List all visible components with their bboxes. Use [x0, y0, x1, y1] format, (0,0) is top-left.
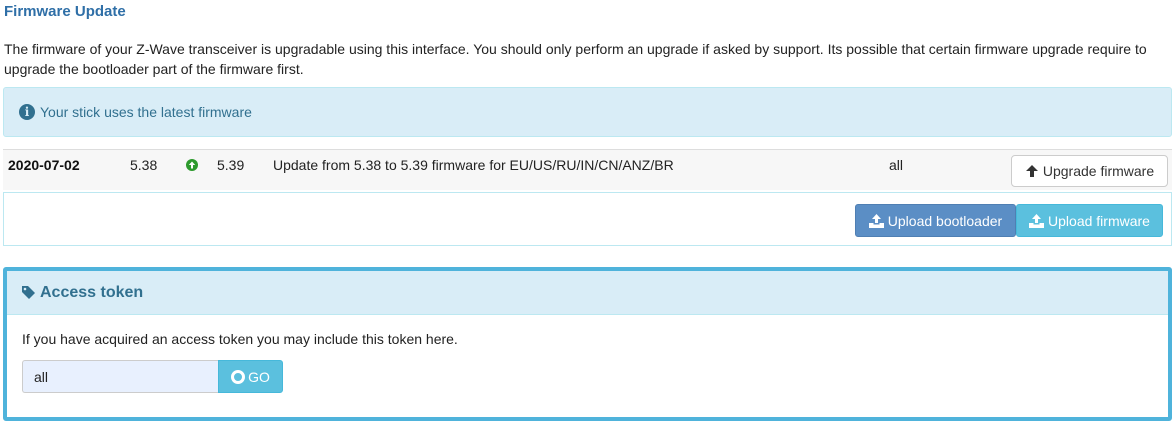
- info-icon: i: [19, 104, 35, 120]
- page-title: Firmware Update: [4, 3, 126, 20]
- upgrade-firmware-label: Upgrade firmware: [1042, 163, 1155, 179]
- firmware-status-text: Your stick uses the latest firmware: [40, 104, 252, 120]
- firmware-status-alert: i Your stick uses the latest firmware: [3, 87, 1172, 137]
- table-row: 2020-07-02 5.38 5.39 Update from 5.38 to…: [3, 149, 1172, 190]
- access-token-input-group: GO: [22, 360, 1153, 393]
- tag-icon: [22, 286, 35, 299]
- access-token-input[interactable]: [22, 360, 218, 393]
- intro-text: The firmware of your Z-Wave transceiver …: [4, 41, 1147, 77]
- upload-firmware-label: Upload firmware: [1048, 212, 1150, 229]
- circle-icon: [231, 369, 246, 384]
- firmware-date: 2020-07-02: [8, 157, 80, 173]
- arrow-up-icon: [1025, 165, 1038, 177]
- firmware-to-version: 5.39: [217, 157, 245, 173]
- upload-panel: Upload bootloader Upload firmware: [3, 192, 1172, 246]
- access-token-title: Access token: [40, 283, 144, 301]
- access-token-description: If you have acquired an access token you…: [22, 331, 458, 347]
- upload-icon: [868, 213, 884, 228]
- upload-bootloader-label: Upload bootloader: [887, 212, 1003, 229]
- upload-firmware-button[interactable]: Upload firmware: [1016, 204, 1163, 237]
- upload-icon: [1029, 213, 1045, 228]
- upload-bootloader-button[interactable]: Upload bootloader: [855, 204, 1016, 237]
- firmware-description: Update from 5.38 to 5.39 firmware for EU…: [273, 157, 674, 173]
- firmware-from-version: 5.38: [130, 157, 158, 173]
- upgrade-arrow-icon: [186, 159, 198, 171]
- access-token-header: Access token: [7, 271, 1168, 315]
- firmware-region: all: [889, 157, 904, 173]
- access-token-panel: Access token If you have acquired an acc…: [3, 267, 1172, 421]
- go-button[interactable]: GO: [218, 360, 283, 393]
- upgrade-firmware-button[interactable]: Upgrade firmware: [1011, 155, 1168, 187]
- go-label: GO: [248, 368, 270, 385]
